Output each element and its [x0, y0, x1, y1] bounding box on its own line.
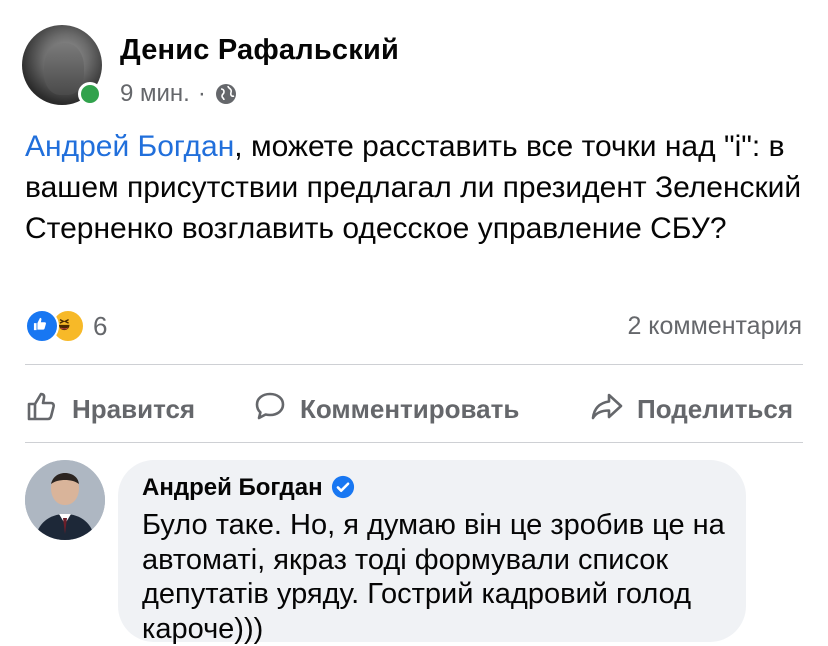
mention-link[interactable]: Андрей Богдан [25, 130, 234, 163]
thumbs-up-icon [24, 388, 60, 431]
like-label: Нравится [72, 394, 196, 424]
comments-count-link[interactable]: 2 комментария [627, 312, 802, 341]
comment-label: Комментировать [300, 394, 520, 424]
avatar-face [44, 43, 84, 95]
meta-separator: · [197, 80, 206, 107]
comment-author: Андрей Богдан [142, 474, 357, 502]
share-button[interactable]: Поделиться [589, 388, 793, 431]
reaction-count: 6 [93, 310, 108, 341]
like-icon [25, 309, 59, 343]
comment-author-name[interactable]: Андрей Богдан [142, 474, 323, 502]
post-meta: 9 мин. · [120, 80, 238, 108]
verified-badge-icon [331, 475, 357, 501]
commenter-avatar[interactable] [25, 460, 105, 540]
post-text: Андрей Богдан, можете расставить все точ… [25, 126, 815, 249]
globe-icon[interactable] [214, 82, 238, 106]
online-status-dot [78, 82, 102, 106]
comment-text: Було таке. Но, я думаю він це зробив це … [142, 509, 725, 645]
speech-bubble-icon [252, 388, 288, 431]
like-button[interactable]: Нравится [24, 388, 195, 431]
comment-button[interactable]: Комментировать [252, 388, 519, 431]
divider-bottom [25, 442, 803, 443]
post-author-name[interactable]: Денис Рафальский [120, 34, 399, 67]
share-arrow-icon [589, 388, 625, 431]
divider-top [25, 364, 803, 365]
share-label: Поделиться [637, 394, 794, 424]
reactions-summary[interactable]: 6 [25, 309, 107, 343]
post-time[interactable]: 9 мин. [120, 80, 190, 108]
